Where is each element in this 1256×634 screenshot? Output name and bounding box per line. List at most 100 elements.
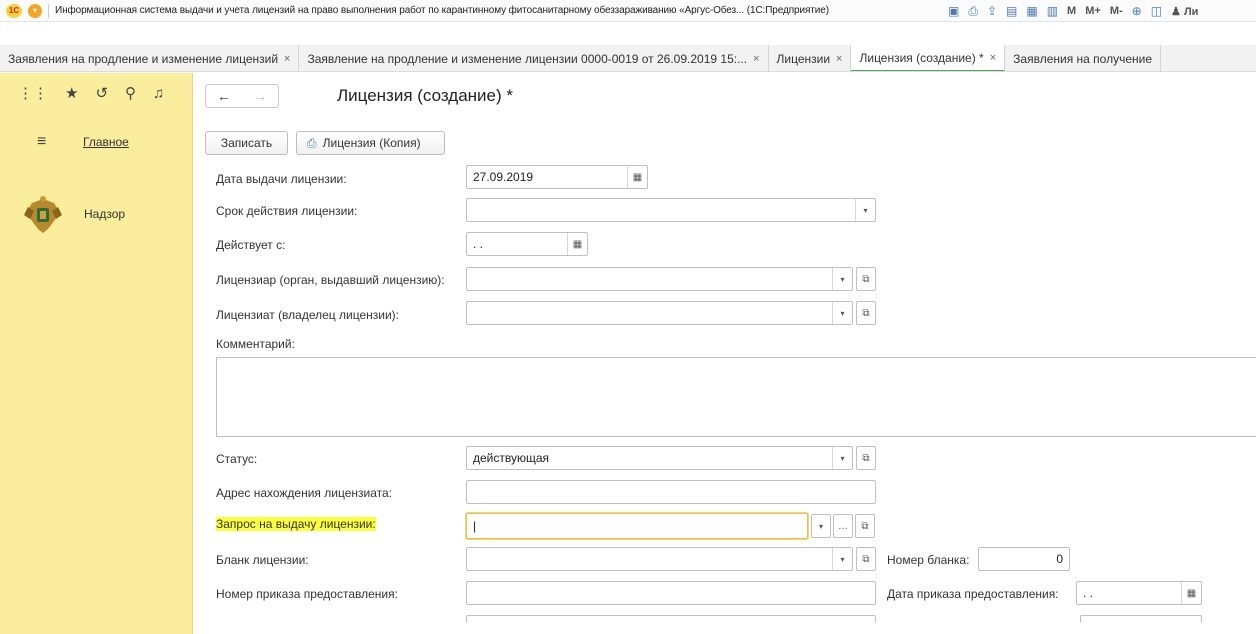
app-logo-icon: 1С	[6, 3, 22, 18]
tab-label: Заявления на получение	[1013, 51, 1153, 66]
functions-menu-icon[interactable]: ⋮⋮	[18, 84, 48, 102]
save-button[interactable]: Записать	[205, 131, 288, 155]
print-preview-icon[interactable]: ▤	[1006, 4, 1017, 18]
open-tabs-bar: Заявления на продление и изменение лицен…	[0, 45, 1256, 72]
order-number-field[interactable]	[466, 581, 876, 605]
text-cursor: |	[473, 519, 477, 533]
page-title: Лицензия (создание) *	[337, 86, 514, 105]
print-copy-label: Лицензия (Копия)	[322, 136, 421, 150]
blank-field[interactable]: ▾	[466, 547, 853, 571]
tab-label: Заявления на продление и изменение лицен…	[8, 51, 279, 66]
section-nadzor-label: Надзор	[84, 207, 126, 221]
order-date-field[interactable]: . . ▦	[1076, 581, 1202, 605]
section-nadzor[interactable]: Надзор	[22, 193, 125, 235]
calculator-icon[interactable]: ▦	[1026, 4, 1037, 18]
validity-field[interactable]: ▾	[466, 198, 876, 222]
next-row-date-field[interactable]	[1080, 615, 1202, 623]
history-icon[interactable]: ↺	[95, 84, 108, 102]
notifications-bell-icon[interactable]: ♫	[153, 85, 164, 102]
licensee-label: Лицензиат (владелец лицензии):	[216, 308, 399, 322]
issue-date-field[interactable]: 27.09.2019 ▦	[466, 165, 648, 189]
licensee-field[interactable]: ▾	[466, 301, 853, 325]
memory-m-button[interactable]: M	[1067, 5, 1076, 17]
section-main-link[interactable]: Главное	[83, 135, 129, 149]
calendar-icon[interactable]: ▦	[567, 233, 587, 255]
memory-minus-button[interactable]: M-	[1110, 5, 1123, 17]
tab-applications-issue[interactable]: Заявления на получение	[1005, 45, 1162, 71]
tab-label: Заявление на продление и изменение лицен…	[307, 51, 748, 66]
tab-applications-renewal[interactable]: Заявления на продление и изменение лицен…	[0, 45, 300, 71]
address-label: Адрес нахождения лицензиата:	[216, 486, 392, 500]
calendar-icon[interactable]: ▦	[627, 166, 647, 188]
order-date-value: . .	[1083, 586, 1094, 600]
open-icon[interactable]: ⧉	[856, 301, 876, 325]
open-icon[interactable]: ⧉	[855, 514, 875, 538]
user-menu[interactable]: ♟ Ли	[1171, 5, 1198, 18]
valid-from-value: . .	[473, 237, 484, 251]
search-icon[interactable]: ⚲	[125, 84, 136, 102]
address-field[interactable]	[466, 480, 876, 504]
sections-panel: ⋮⋮ ★ ↺ ⚲ ♫ ≡ Главное Надзор	[0, 73, 193, 634]
close-icon[interactable]: ×	[753, 53, 759, 65]
forward-arrow-icon[interactable]: →	[253, 88, 267, 104]
chevron-down-icon[interactable]: ▾	[855, 199, 875, 221]
status-field[interactable]: действующая ▾	[466, 446, 853, 470]
calendar-icon[interactable]: ▦	[1181, 582, 1201, 604]
printer-icon: ⎙	[307, 135, 317, 150]
order-date-label: Дата приказа предоставления:	[887, 587, 1059, 601]
chevron-down-icon[interactable]: ▾	[832, 548, 852, 570]
chevron-down-icon[interactable]: ▾	[832, 268, 852, 290]
chevron-down-icon[interactable]: ▾	[832, 302, 852, 324]
print-copy-button[interactable]: ⎙ Лицензия (Копия)	[296, 131, 445, 155]
print-icon[interactable]: ⎙	[968, 4, 978, 19]
tab-label: Лицензии	[776, 51, 831, 66]
next-row-field[interactable]	[466, 615, 876, 623]
licensor-field[interactable]: ▾	[466, 267, 853, 291]
upload-icon[interactable]: ⇪	[987, 4, 997, 18]
close-icon[interactable]: ×	[836, 53, 842, 65]
panels-icon[interactable]: ◫	[1151, 4, 1162, 18]
calendar-icon[interactable]: ▥	[1047, 4, 1058, 18]
section-main[interactable]: ≡ Главное	[37, 133, 129, 151]
issue-date-label: Дата выдачи лицензии:	[216, 172, 347, 186]
chevron-down-icon[interactable]: ▾	[811, 514, 831, 538]
blank-number-value: 0	[1056, 552, 1063, 566]
valid-from-field[interactable]: . . ▦	[466, 232, 588, 256]
order-number-label: Номер приказа предоставления:	[216, 587, 398, 601]
comment-label: Комментарий:	[216, 337, 295, 351]
coat-of-arms-icon	[24, 196, 62, 233]
memory-plus-button[interactable]: M+	[1085, 5, 1101, 17]
open-icon[interactable]: ⧉	[856, 267, 876, 291]
select-ellipsis-icon[interactable]: …	[833, 514, 853, 538]
validity-label: Срок действия лицензии:	[216, 204, 358, 218]
favorites-star-icon[interactable]: ★	[65, 84, 78, 102]
comment-textarea[interactable]	[216, 357, 1256, 437]
back-arrow-icon[interactable]: ←	[217, 88, 231, 104]
status-value: действующая	[473, 451, 550, 465]
close-icon[interactable]: ×	[284, 53, 290, 65]
title-bar: 1С ▾ Информационная система выдачи и уче…	[0, 0, 1256, 22]
nav-buttons: ← →	[205, 84, 279, 108]
user-name: Ли	[1183, 5, 1199, 18]
licensor-label: Лицензиар (орган, выдавший лицензию):	[216, 273, 445, 287]
tab-label: Лицензия (создание) *	[859, 50, 984, 65]
close-icon[interactable]: ×	[990, 52, 996, 64]
open-icon[interactable]: ⧉	[856, 547, 876, 571]
form-area: ← → Лицензия (создание) * Записать ⎙ Лиц…	[194, 73, 1256, 634]
tab-licenses[interactable]: Лицензии ×	[769, 45, 852, 71]
title-toolbar: ▣ ⎙ ⇪ ▤ ▦ ▥ M M+ M- ⊕ ◫ ♟ Ли	[948, 0, 1219, 21]
blank-number-field[interactable]: 0	[978, 547, 1070, 571]
window-title: Информационная система выдачи и учета ли…	[55, 5, 829, 16]
divider	[48, 3, 49, 18]
valid-from-label: Действует с:	[216, 238, 286, 252]
main-menu-icon[interactable]: ▾	[28, 3, 42, 18]
tab-application-0019[interactable]: Заявление на продление и изменение лицен…	[299, 45, 769, 71]
request-label: Запрос на выдачу лицензии:	[216, 517, 376, 531]
save-icon[interactable]: ▣	[948, 4, 959, 18]
open-icon[interactable]: ⧉	[856, 446, 876, 470]
request-field[interactable]: |	[466, 513, 808, 539]
blank-number-label: Номер бланка:	[887, 553, 970, 567]
chevron-down-icon[interactable]: ▾	[832, 447, 852, 469]
tab-license-create[interactable]: Лицензия (создание) * ×	[851, 45, 1006, 71]
zoom-icon[interactable]: ⊕	[1132, 4, 1142, 18]
